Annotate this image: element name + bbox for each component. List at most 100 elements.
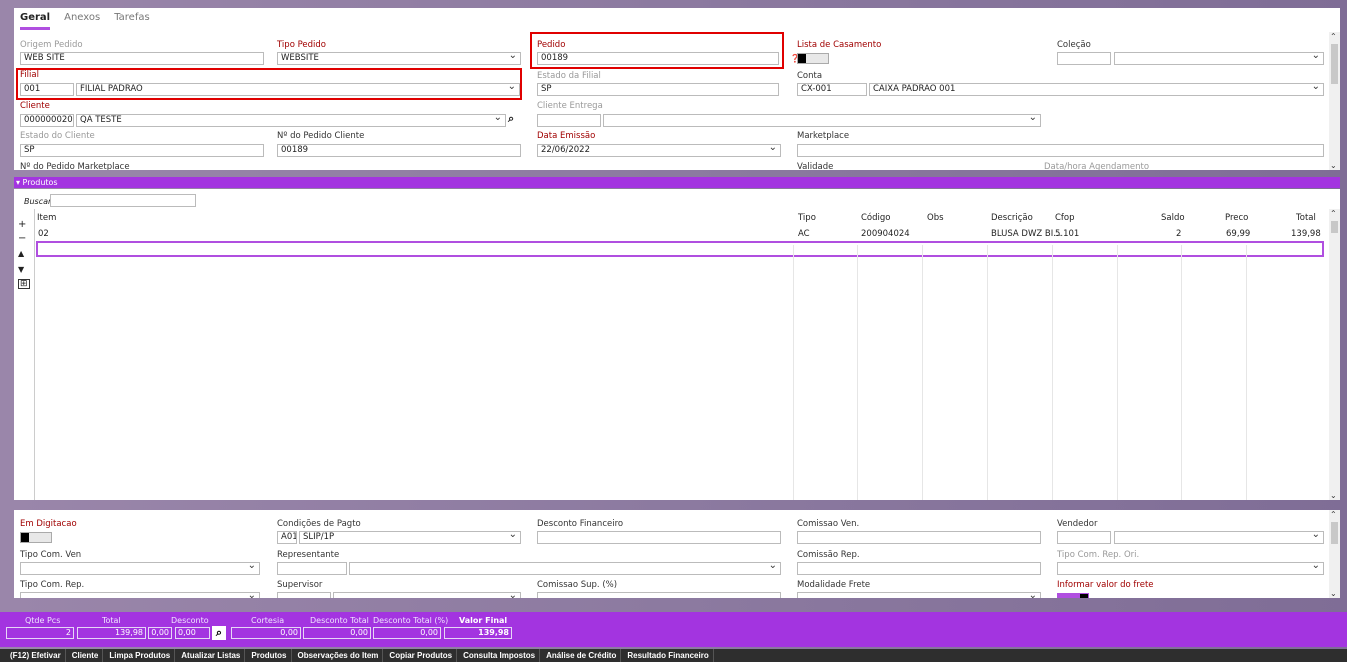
representante-code-field[interactable] (277, 562, 347, 575)
tipo-com-rep-select[interactable] (20, 592, 260, 598)
col-total[interactable]: Total (1296, 213, 1316, 223)
vendedor-select[interactable] (1114, 531, 1324, 544)
scroll-thumb[interactable] (1331, 44, 1338, 84)
tipo-pedido-select[interactable]: WEBSITE (277, 52, 521, 65)
comissao-rep-field[interactable] (797, 562, 1041, 575)
lista-casamento-label: Lista de Casamento (797, 40, 882, 50)
cliente-code-field[interactable]: 000000020306 (20, 114, 74, 127)
supervisor-code-field[interactable] (277, 592, 331, 598)
col-codigo[interactable]: Código (861, 213, 891, 223)
cliente-select[interactable]: QA TESTE (76, 114, 506, 127)
em-digitacao-toggle[interactable] (20, 532, 52, 543)
col-cfop[interactable]: Cfop (1055, 213, 1075, 223)
buscar-input[interactable] (50, 194, 196, 207)
condicoes-select[interactable]: SLIP/1P (299, 531, 521, 544)
origem-field[interactable]: WEB SITE (20, 52, 264, 65)
desconto-value-1[interactable]: 0,00 (148, 627, 172, 639)
atualizar-listas-button[interactable]: Atualizar Listas (177, 649, 246, 662)
col-preco[interactable]: Preco (1225, 213, 1248, 223)
tipo-com-rep-ori-select[interactable] (1057, 562, 1324, 575)
header-scrollbar[interactable]: ⌃ ⌄ (1329, 32, 1340, 170)
em-digitacao-label: Em Digitacao (20, 519, 77, 529)
scroll-up-arrow[interactable]: ⌃ (1330, 32, 1337, 41)
efetivar-button[interactable]: (F12) Efetivar (6, 649, 66, 662)
scroll-down-arrow[interactable]: ⌄ (1330, 491, 1337, 500)
new-item-row[interactable] (36, 241, 1324, 257)
filial-select[interactable]: FILIAL PADRÃO (76, 83, 520, 96)
comissao-rep-label: Comissão Rep. (797, 550, 860, 560)
col-divider (1181, 245, 1182, 500)
cell-tipo: AC (798, 229, 810, 239)
col-tipo[interactable]: Tipo (798, 213, 816, 223)
tab-geral[interactable]: Geral (20, 12, 51, 30)
supervisor-select[interactable] (333, 592, 521, 598)
cortesia-value: 0,00 (231, 627, 301, 639)
col-divider (793, 245, 794, 500)
num-pedido-cliente-field[interactable]: 00189 (277, 144, 521, 157)
cell-cfop: 5.101 (1055, 229, 1080, 239)
representante-select[interactable] (349, 562, 781, 575)
footer-scrollbar[interactable]: ⌃ ⌄ (1329, 510, 1340, 598)
filial-code-field[interactable]: 001 (20, 83, 74, 96)
desconto-value-2[interactable]: 0,00 (175, 627, 210, 639)
lista-casamento-toggle[interactable] (797, 53, 829, 64)
col-item[interactable]: Item (37, 213, 56, 223)
condicoes-code-field[interactable]: A01 (277, 531, 297, 544)
scroll-up-arrow[interactable]: ⌃ (1330, 510, 1337, 519)
move-down-icon[interactable]: ▼ (18, 265, 24, 274)
conta-select[interactable]: CAIXA PADRÃO 001 (869, 83, 1324, 96)
cliente-entrega-code-field[interactable] (537, 114, 601, 127)
informar-frete-toggle[interactable] (1057, 593, 1089, 598)
grid-settings-icon[interactable]: ⊞ (18, 279, 30, 289)
col-saldo[interactable]: Saldo (1161, 213, 1185, 223)
scroll-up-arrow[interactable]: ⌃ (1330, 209, 1337, 218)
produtos-grid: Item Tipo Código Obs Descrição Cfop Sald… (34, 209, 1328, 500)
produtos-button[interactable]: Produtos (247, 649, 292, 662)
comissao-sup-field[interactable] (537, 592, 781, 598)
marketplace-field[interactable] (797, 144, 1324, 157)
remove-row-icon[interactable]: − (18, 233, 26, 244)
search-icon[interactable]: ⌕ (508, 112, 514, 126)
consulta-impostos-button[interactable]: Consulta Impostos (459, 649, 541, 662)
col-descricao[interactable]: Descrição (991, 213, 1033, 223)
desconto-financeiro-field[interactable] (537, 531, 781, 544)
move-up-icon[interactable]: ▲ (18, 249, 24, 258)
conta-code-field[interactable]: CX-001 (797, 83, 867, 96)
scroll-down-arrow[interactable]: ⌄ (1330, 161, 1337, 170)
cliente-entrega-select[interactable] (603, 114, 1041, 127)
total-label: Total (102, 616, 121, 625)
resultado-financeiro-button[interactable]: Resultado Financeiro (623, 649, 714, 662)
modalidade-frete-select[interactable] (797, 592, 1041, 598)
col-divider (1246, 245, 1247, 500)
data-emissao-field[interactable]: 22/06/2022 (537, 144, 781, 157)
col-obs[interactable]: Obs (927, 213, 944, 223)
colecao-select[interactable] (1114, 52, 1324, 65)
informar-frete-label: Informar valor do frete (1057, 580, 1154, 590)
scroll-thumb[interactable] (1331, 522, 1338, 544)
pedido-field[interactable]: 00189 (537, 52, 779, 65)
estado-cliente-field[interactable]: SP (20, 144, 264, 157)
search-icon[interactable]: ⌕ (212, 626, 226, 640)
analise-credito-button[interactable]: Análise de Crédito (542, 649, 622, 662)
cliente-button[interactable]: Cliente (68, 649, 104, 662)
col-divider (1117, 245, 1118, 500)
col-divider (1052, 245, 1053, 500)
grid-scrollbar[interactable]: ⌃ ⌄ (1329, 209, 1340, 500)
copiar-produtos-button[interactable]: Copiar Produtos (385, 649, 458, 662)
scroll-thumb[interactable] (1331, 221, 1338, 233)
add-row-icon[interactable]: + (18, 219, 26, 230)
buscar-label: Buscar (24, 197, 52, 206)
produtos-section-bar[interactable]: ▾ Produtos (14, 177, 1340, 188)
estado-filial-field[interactable]: SP (537, 83, 779, 96)
tab-tarefas[interactable]: Tarefas (114, 12, 149, 30)
tab-anexos[interactable]: Anexos (64, 12, 100, 30)
tipo-com-ven-select[interactable] (20, 562, 260, 575)
limpa-produtos-button[interactable]: Limpa Produtos (105, 649, 176, 662)
tipo-pedido-label: Tipo Pedido (277, 40, 326, 50)
scroll-down-arrow[interactable]: ⌄ (1330, 589, 1337, 598)
vendedor-code-field[interactable] (1057, 531, 1111, 544)
qtde-pcs-value: 2 (6, 627, 74, 639)
colecao-code-field[interactable] (1057, 52, 1111, 65)
observacoes-item-button[interactable]: Observações do Item (294, 649, 384, 662)
comissao-ven-field[interactable] (797, 531, 1041, 544)
